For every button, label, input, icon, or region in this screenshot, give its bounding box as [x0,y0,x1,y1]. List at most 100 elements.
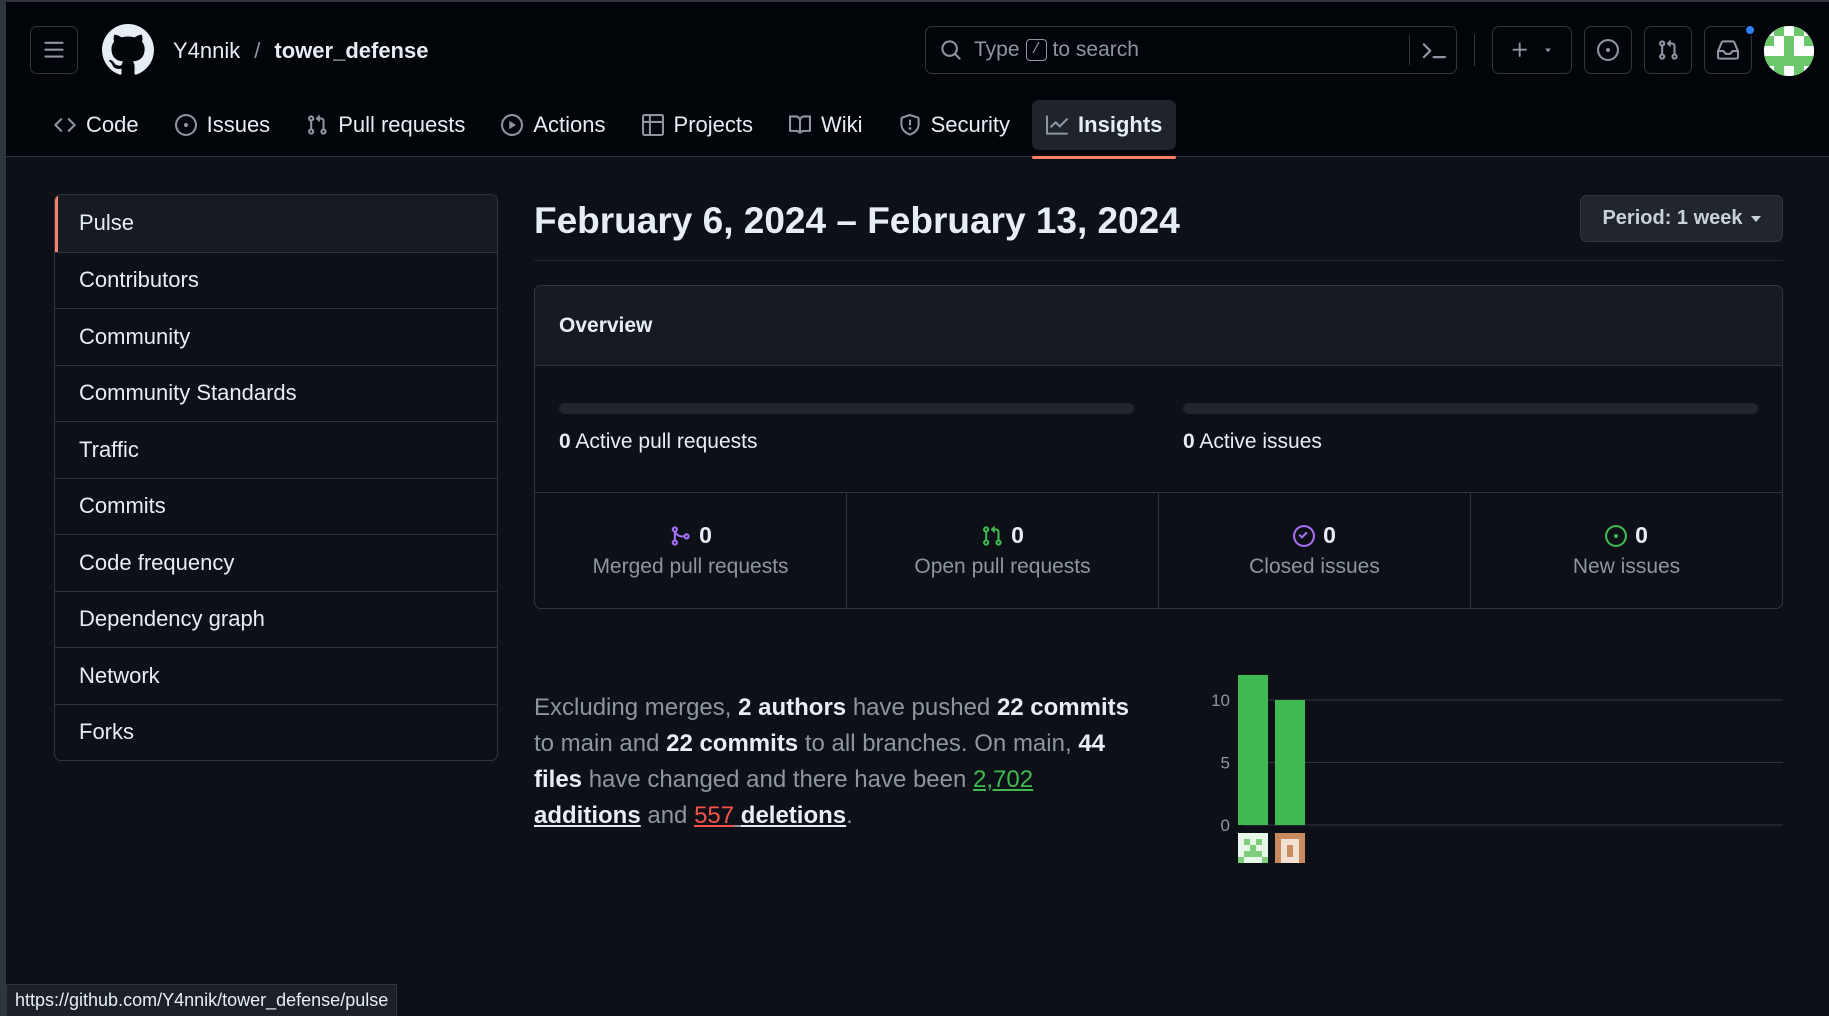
summary-authors: 2 authors [738,694,847,721]
search-icon [940,39,962,61]
tab-wiki[interactable]: Wiki [775,100,877,150]
deletions-link[interactable]: 557 deletions [694,802,846,829]
page-title: February 6, 2024 – February 13, 2024 [534,200,1180,241]
avatar-pixel [1299,851,1305,857]
avatar-pixel [1275,851,1281,857]
active-pr-label: Active pull requests [575,430,758,453]
search-shortcut-key: / [1025,39,1047,61]
commit-summary: Excluding merges, 2 authors have pushed … [534,690,1134,834]
summary-commits-all: 22 commits [666,730,799,757]
table-icon [641,114,664,136]
hamburger-icon [44,41,64,58]
stat-merged-prs[interactable]: 0 Merged pull requests [535,493,846,608]
avatar-pixel [1287,833,1293,839]
unread-indicator [1744,24,1756,36]
issue-icon [174,114,197,136]
repo-owner-link[interactable]: Y4nnik [173,38,240,64]
sidebar-item-forks[interactable]: Forks [55,703,497,761]
chart-tick-label: 5 [1221,754,1230,773]
tab-label: Pull requests [338,112,466,137]
shield-icon [899,114,920,136]
avatar-pixel [1287,851,1293,857]
tab-actions[interactable]: Actions [487,100,619,150]
tab-code[interactable]: Code [40,100,153,150]
overview-stats: 0 Merged pull requests 0 Open pull reque… [535,493,1782,608]
sidebar-item-pulse[interactable]: Pulse [55,195,497,252]
issue-opened-icon [1605,524,1628,547]
tab-label: Insights [1078,112,1163,137]
avatar-pixel [1299,839,1305,845]
tab-issues[interactable]: Issues [161,100,285,150]
avatar-pixel [1250,845,1256,851]
active-pr-count: 0 [559,430,571,453]
pull-request-icon [983,525,1002,546]
stat-new-issues[interactable]: 0 New issues [1470,493,1782,608]
git-merge-icon [671,525,690,546]
chart-tick-label: 10 [1211,691,1230,710]
avatar-pixel [1275,857,1281,863]
graph-icon [1046,115,1069,135]
sidebar-item-community[interactable]: Community [55,308,497,365]
sidebar-item-label: Contributors [79,267,199,293]
tab-insights[interactable]: Insights [1032,100,1177,159]
stat-count: 0 [1323,522,1336,548]
contributor-avatar-icon[interactable] [1238,833,1268,863]
additions-word: additions [534,802,641,829]
your-issues-button[interactable] [1584,26,1632,74]
repo-name-link[interactable]: tower_defense [274,38,428,64]
terminal-icon[interactable] [1422,38,1446,62]
sidebar-item-dependency-graph[interactable]: Dependency graph [55,590,497,648]
sidebar-item-label: Community Standards [79,380,297,406]
issue-closed-icon [1293,524,1316,547]
sidebar-item-label: Code frequency [79,549,235,575]
contributor-avatar-icon[interactable] [1275,833,1305,863]
active-issue-link[interactable]: 0 Active issues [1183,430,1322,454]
tab-pull-requests[interactable]: Pull requests [292,100,479,150]
tab-label: Projects [673,112,754,137]
tab-security[interactable]: Security [885,100,1024,150]
avatar-pixel [1299,833,1305,839]
period-select-button[interactable]: Period: 1 week [1580,195,1783,242]
sidebar-item-traffic[interactable]: Traffic [55,421,497,478]
issue-icon [1597,39,1619,61]
menu-button[interactable] [30,26,78,74]
avatar-pixel [1256,851,1262,857]
deletions-count: 557 [694,802,735,829]
tab-label: Issues [206,112,271,137]
avatar-pixel [1299,857,1305,863]
status-bar-url: https://github.com/Y4nnik/tower_defense/… [6,984,398,1016]
insights-sidebar: Pulse Contributors Community Community S… [54,194,498,761]
summary-text: Excluding merges, [534,694,732,721]
chart-bar [1275,700,1305,825]
stat-label: Open pull requests [914,555,1091,578]
stat-count: 0 [1635,522,1648,548]
stat-label: Closed issues [1249,555,1380,578]
code-icon [54,118,76,132]
search-input[interactable]: Type / to search [925,26,1457,74]
your-pull-requests-button[interactable] [1644,26,1692,74]
sidebar-item-commits[interactable]: Commits [55,477,497,535]
overview-panel: Overview 0 Active pull requests 0 Active… [534,285,1783,609]
avatar[interactable] [1764,26,1814,76]
create-new-button[interactable] [1492,26,1572,74]
summary-commits-main: 22 commits [996,694,1129,721]
sidebar-item-contributors[interactable]: Contributors [55,251,497,309]
github-logo-icon[interactable] [102,24,154,76]
active-issue-label: Active issues [1199,430,1322,453]
sidebar-item-community-standards[interactable]: Community Standards [55,364,497,422]
active-summary: 0 Active pull requests 0 Active issues [535,366,1782,493]
summary-text: have changed and there have been [588,766,967,793]
summary-text: to main and [534,730,660,757]
avatar-pixel [1281,833,1287,839]
additions-count: 2,702 [973,766,1034,793]
active-pr-link[interactable]: 0 Active pull requests [559,430,757,454]
stat-open-prs[interactable]: 0 Open pull requests [846,493,1158,608]
sidebar-item-code-frequency[interactable]: Code frequency [55,534,497,591]
commits-by-author-chart: 0 5 10 [1211,675,1783,863]
stat-closed-issues[interactable]: 0 Closed issues [1158,493,1470,608]
tab-projects[interactable]: Projects [628,100,767,150]
sidebar-item-label: Pulse [79,210,135,236]
sidebar-item-network[interactable]: Network [55,647,497,704]
search-placeholder-prefix: Type [974,38,1020,61]
avatar-pixel [1287,845,1293,851]
